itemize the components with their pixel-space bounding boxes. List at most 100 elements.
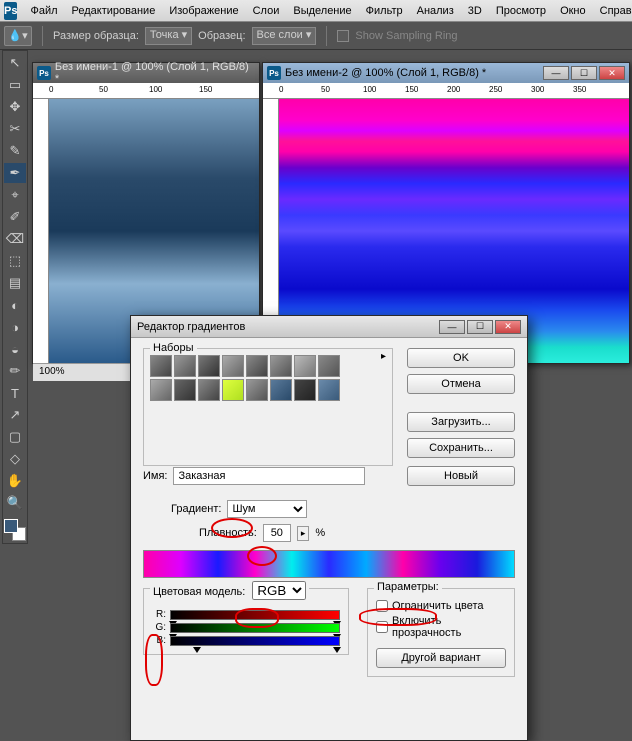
heal-tool[interactable]: ⌖ [4, 185, 26, 205]
lasso-tool[interactable]: ✥ [4, 97, 26, 117]
roughness-input[interactable] [263, 524, 291, 542]
doc2-titlebar[interactable]: Ps Без имени-2 @ 100% (Слой 1, RGB/8) * … [263, 63, 629, 83]
menu-file[interactable]: Файл [23, 2, 64, 20]
preset-swatch[interactable] [270, 379, 292, 401]
preset-swatch[interactable] [150, 379, 172, 401]
eyedropper-tool[interactable]: ✒ [4, 163, 26, 183]
g-label: G: [152, 622, 166, 633]
preset-swatch[interactable] [318, 379, 340, 401]
new-button[interactable]: Новый [407, 466, 515, 486]
gradient-editor-dialog: Редактор градиентов — ☐ ✕ Наборы ▸ OK От… [130, 315, 528, 741]
menu-edit[interactable]: Редактирование [65, 2, 163, 20]
presets-label: Наборы [150, 342, 197, 354]
preset-swatch[interactable] [246, 355, 268, 377]
transparency-checkbox[interactable] [376, 621, 388, 633]
randomize-button[interactable]: Другой вариант [376, 648, 506, 668]
divider [42, 26, 43, 46]
r-label: R: [152, 609, 166, 620]
doc1-ruler-v[interactable] [33, 99, 49, 363]
roughness-arrow-icon[interactable]: ▸ [297, 526, 310, 541]
zoom-tool[interactable]: 🔍 [4, 493, 26, 513]
close-button[interactable]: ✕ [599, 66, 625, 80]
name-label: Имя: [143, 470, 167, 482]
preset-swatch[interactable] [294, 355, 316, 377]
preset-swatch[interactable] [222, 379, 244, 401]
sample-select[interactable]: Все слои ▾ [252, 27, 317, 45]
brush-tool[interactable]: ✐ [4, 207, 26, 227]
ge-maximize-button[interactable]: ☐ [467, 320, 493, 334]
marquee-tool[interactable]: ▭ [4, 75, 26, 95]
name-input[interactable] [173, 467, 365, 485]
preset-swatch[interactable] [222, 355, 244, 377]
path-tool[interactable]: ↗ [4, 405, 26, 425]
preset-swatch[interactable] [174, 355, 196, 377]
app-logo: Ps [4, 2, 17, 20]
gradient-type-select[interactable]: Шум [227, 500, 307, 518]
menu-3d[interactable]: 3D [461, 2, 489, 20]
colormodel-select[interactable]: RGB [252, 581, 306, 600]
move-tool[interactable]: ↖ [4, 53, 26, 73]
menu-filter[interactable]: Фильтр [359, 2, 410, 20]
gradient-preview[interactable] [143, 550, 515, 578]
stamp-tool[interactable]: ⌫ [4, 229, 26, 249]
eyedropper-icon[interactable]: 💧▾ [4, 26, 32, 46]
cancel-button[interactable]: Отмена [407, 374, 515, 394]
blur-tool[interactable]: ◑ [4, 317, 26, 337]
dodge-tool[interactable]: ◒ [4, 339, 26, 359]
preset-swatch[interactable] [198, 355, 220, 377]
doc1-titlebar[interactable]: Ps Без имени-1 @ 100% (Слой 1, RGB/8) * [33, 63, 259, 83]
preset-swatch[interactable] [294, 379, 316, 401]
type-tool[interactable]: T [4, 383, 26, 403]
fg-color[interactable] [4, 519, 18, 533]
save-button[interactable]: Сохранить... [407, 438, 515, 458]
presets-menu-icon[interactable]: ▸ [381, 351, 386, 362]
color-swatches[interactable] [4, 519, 26, 541]
maximize-button[interactable]: ☐ [571, 66, 597, 80]
doc1-title: Без имени-1 @ 100% (Слой 1, RGB/8) * [55, 61, 255, 85]
b-slider[interactable]: B: [152, 635, 340, 646]
load-button[interactable]: Загрузить... [407, 412, 515, 432]
shape-tool[interactable]: ▢ [4, 427, 26, 447]
eraser-tool[interactable]: ▤ [4, 273, 26, 293]
minimize-button[interactable]: — [543, 66, 569, 80]
workspace: ↖ ▭ ✥ ✂ ✎ ✒ ⌖ ✐ ⌫ ⬚ ▤ ◐ ◑ ◒ ✏ T ↗ ▢ ◇ ✋ … [0, 50, 632, 700]
show-ring-checkbox[interactable] [337, 30, 349, 42]
ge-minimize-button[interactable]: — [439, 320, 465, 334]
roughness-unit: % [315, 527, 325, 539]
menu-window[interactable]: Окно [553, 2, 593, 20]
r-slider[interactable]: R: [152, 609, 340, 620]
gradient-tool[interactable]: ◐ [4, 295, 26, 315]
wand-tool[interactable]: ✎ [4, 141, 26, 161]
doc1-zoom[interactable]: 100% [39, 366, 65, 377]
restrict-colors-checkbox[interactable] [376, 600, 388, 612]
preset-swatch[interactable] [174, 379, 196, 401]
pen-tool[interactable]: ✏ [4, 361, 26, 381]
menu-select[interactable]: Выделение [286, 2, 358, 20]
hand-tool[interactable]: ✋ [4, 471, 26, 491]
crop-tool[interactable]: ✂ [4, 119, 26, 139]
history-tool[interactable]: ⬚ [4, 251, 26, 271]
menu-help[interactable]: Справка [593, 2, 632, 20]
menu-analysis[interactable]: Анализ [410, 2, 461, 20]
sample-size-select[interactable]: Точка ▾ [145, 27, 192, 45]
preset-swatch[interactable] [318, 355, 340, 377]
doc2-ruler-h[interactable]: 0 50 100 150 200 250 300 350 [263, 83, 629, 99]
sample-size-label: Размер образца: [53, 30, 139, 42]
3d-tool[interactable]: ◇ [4, 449, 26, 469]
ge-titlebar[interactable]: Редактор градиентов — ☐ ✕ [131, 316, 527, 338]
ok-button[interactable]: OK [407, 348, 515, 368]
preset-swatch[interactable] [246, 379, 268, 401]
doc1-ruler-h[interactable]: 0 50 100 150 [33, 83, 259, 99]
ge-close-button[interactable]: ✕ [495, 320, 521, 334]
divider [326, 26, 327, 46]
preset-swatch[interactable] [198, 379, 220, 401]
menu-image[interactable]: Изображение [162, 2, 245, 20]
menu-layer[interactable]: Слои [246, 2, 287, 20]
transparency-label: Включить прозрачность [392, 615, 506, 639]
menu-view[interactable]: Просмотр [489, 2, 553, 20]
preset-swatch[interactable] [270, 355, 292, 377]
g-slider[interactable]: G: [152, 622, 340, 633]
roughness-label: Плавность: [199, 527, 257, 539]
params-label: Параметры: [374, 581, 442, 593]
preset-swatch[interactable] [150, 355, 172, 377]
